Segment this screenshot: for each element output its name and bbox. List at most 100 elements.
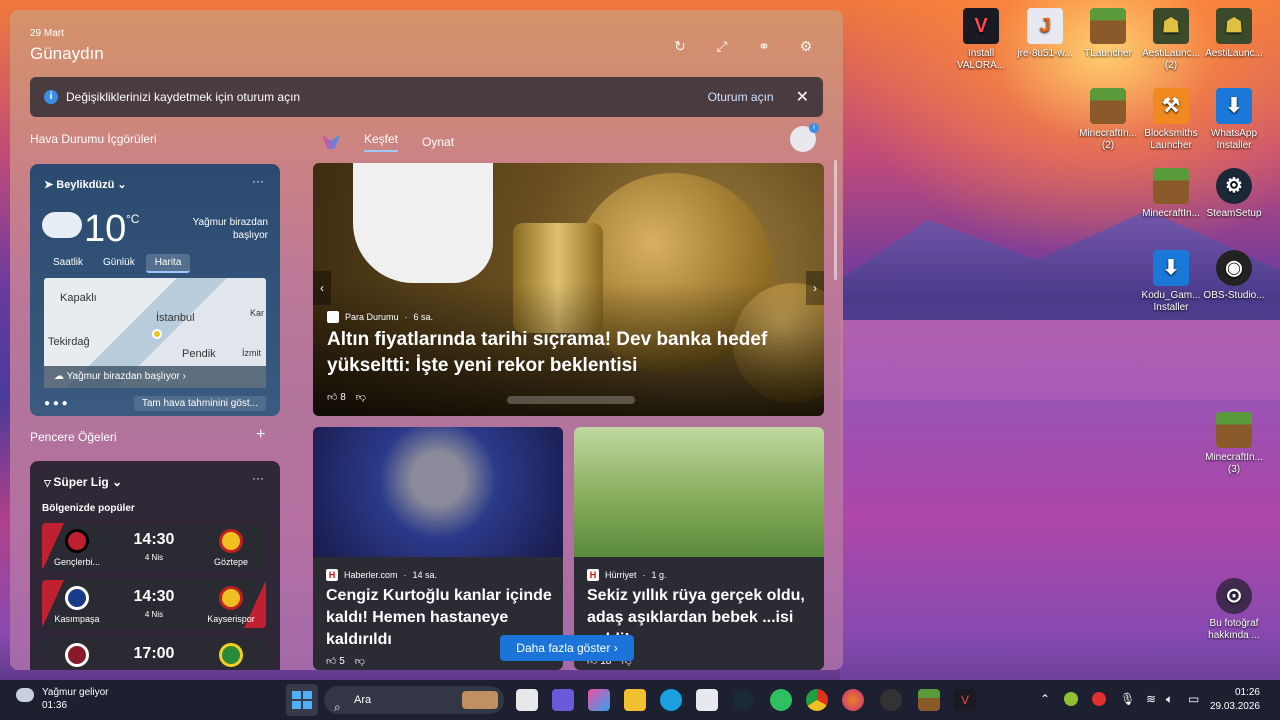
desktop-icon-minecraft-installer-2[interactable]: MinecraftIn... (2) <box>1074 88 1142 152</box>
weather-map[interactable]: Kapaklı İstanbul Tekirdağ Pendik İzmit K… <box>44 278 266 388</box>
carousel-dots[interactable]: ● ● ● <box>44 398 68 409</box>
chevron-up-icon[interactable]: ⌃ <box>1040 692 1050 706</box>
article-source[interactable]: Para Durumu · 6 sa. <box>327 311 433 323</box>
tray-app-icon[interactable] <box>1064 692 1078 706</box>
desktop-icon-aestilauncher-2[interactable]: ☗ AestiLaunc... (2) <box>1137 8 1205 72</box>
signin-banner: i Değişikliklerinizi kaydetmek için otur… <box>30 77 823 117</box>
feed-logo-icon <box>322 135 340 149</box>
search-highlight-image <box>462 691 498 709</box>
desktop-icon-aestilauncher[interactable]: ☗ AestiLaunc... <box>1200 8 1268 60</box>
carousel-indicator[interactable] <box>507 396 635 404</box>
firefox-icon[interactable] <box>842 689 864 711</box>
gear-icon[interactable]: ⚙ <box>797 38 815 56</box>
chevron-down-icon: ⌄ <box>108 475 123 489</box>
speaker-icon[interactable]: 🔈︎ <box>1166 692 1173 707</box>
taskbar-clock[interactable]: 01:26 29.03.2026 <box>1210 686 1260 714</box>
desktop-icon-blocksmiths[interactable]: ⚒ Blocksmiths Launcher <box>1137 88 1205 152</box>
tab-hourly[interactable]: Saatlik <box>44 254 92 273</box>
dislike-button[interactable]: 👎︎ <box>355 655 365 667</box>
desktop-icon-kodu-installer[interactable]: ⬇ Kodu_Gam... Installer <box>1137 250 1205 314</box>
dislike-button[interactable]: 👎︎ <box>356 391 366 403</box>
team-badge-icon <box>219 643 243 667</box>
weather-insights-title[interactable]: Hava Durumu İçgörüleri <box>30 132 157 146</box>
article-source[interactable]: H Haberler.com · 14 sa. <box>326 569 437 581</box>
weather-card[interactable]: ➤ Beylikdüzü ⌄ ··· 10 °C Yağmur birazdan… <box>30 164 280 416</box>
scrollbar[interactable] <box>834 160 837 280</box>
steam-icon[interactable] <box>732 689 754 711</box>
more-options-icon[interactable]: ··· <box>252 174 264 188</box>
desktop-icon-whatsapp-installer[interactable]: ⬇ WhatsApp Installer <box>1200 88 1268 152</box>
carousel-prev-button[interactable]: ‹ <box>313 271 331 305</box>
source-logo-icon: H <box>326 569 338 581</box>
refresh-icon[interactable]: ↻ <box>671 38 689 56</box>
map-label: Tekirdağ <box>48 336 90 348</box>
tab-discover[interactable]: Keşfet <box>364 132 399 152</box>
desktop-icon-about-photo[interactable]: ⊙ Bu fotoğraf hakkında ... <box>1200 578 1268 642</box>
minecraft-icon[interactable] <box>918 689 940 711</box>
desktop-icon-steamsetup[interactable]: ⚙ SteamSetup <box>1200 168 1268 220</box>
edge-icon[interactable] <box>660 689 682 711</box>
task-view-icon[interactable] <box>516 689 538 711</box>
desktop-icon-valorant[interactable]: V Install VALORA... <box>947 8 1015 72</box>
weather-location[interactable]: ➤ Beylikdüzü ⌄ <box>44 178 127 191</box>
match-time: 14:30 <box>133 588 175 605</box>
hero-article[interactable]: ‹ › Para Durumu · 6 sa. Altın fiyatlarında… <box>313 163 824 416</box>
tray-app-icon[interactable] <box>1092 692 1106 706</box>
match-date: 4 Nis <box>144 610 164 619</box>
match-row[interactable]: 17:00 <box>42 637 266 669</box>
weather-condition[interactable]: Yağmur birazdan başlıyor <box>158 216 268 242</box>
full-forecast-link[interactable]: Tam hava tahminini göst... <box>133 396 266 411</box>
file-explorer-icon[interactable] <box>624 689 646 711</box>
battery-icon[interactable]: ▭ <box>1188 692 1199 706</box>
valorant-icon[interactable]: V <box>954 689 976 711</box>
news-card[interactable]: H Haberler.com · 14 sa. Cengiz Kurtoğlu ka… <box>313 427 563 670</box>
store-icon[interactable] <box>696 689 718 711</box>
team-badge-icon <box>65 643 89 667</box>
copilot-icon[interactable] <box>588 689 610 711</box>
tab-map[interactable]: Harita <box>145 254 191 273</box>
desktop-icon-obs-studio[interactable]: ◉ OBS-Studio... <box>1200 250 1268 302</box>
desktop-icon-tlauncher[interactable]: TLauncher <box>1074 8 1142 60</box>
chevron-down-icon: ⌄ <box>114 179 127 191</box>
match-time: 14:30 <box>133 531 175 548</box>
news-card[interactable]: H Hürriyet · 1 g. Sekiz yıllık rüya gerçek… <box>574 427 824 670</box>
carousel-next-button[interactable]: › <box>806 271 824 305</box>
avatar[interactable]: i <box>790 123 819 152</box>
chrome-icon[interactable] <box>806 689 828 711</box>
sports-league[interactable]: ▽ Süper Lig ⌄ <box>44 475 122 489</box>
like-button[interactable]: 👍︎ 8 <box>327 391 346 403</box>
start-button[interactable] <box>286 684 318 716</box>
more-options-icon[interactable]: ··· <box>252 471 264 485</box>
away-team: Kayserispor <box>207 614 255 624</box>
map-rain-bar[interactable]: ☁ Yağmur birazdan başlıyor › <box>44 366 266 388</box>
taskbar-weather[interactable]: Yağmur geliyor 01:36 <box>16 686 109 712</box>
share-icon[interactable]: ⚭ <box>755 38 773 56</box>
show-more-button[interactable]: Daha fazla göster › <box>500 635 634 661</box>
like-button[interactable]: 👍︎ 5 <box>326 655 345 667</box>
close-icon[interactable]: ✕ <box>796 87 809 107</box>
microphone-icon[interactable]: 🎙︎ <box>1120 692 1135 706</box>
desktop-icon-minecraft-installer[interactable]: MinecraftIn... <box>1137 168 1205 220</box>
desktop-icon-jre[interactable]: Jjre-8u51-w... <box>1011 8 1079 60</box>
match-row[interactable]: Kasımpaşa 14:30 4 Nis Kayserispor <box>42 580 266 628</box>
article-source[interactable]: H Hürriyet · 1 g. <box>587 569 667 581</box>
source-logo-icon <box>327 311 339 323</box>
signin-button[interactable]: Oturum açın <box>708 90 774 104</box>
map-label: Kapaklı <box>60 292 97 304</box>
app-icon[interactable] <box>770 689 792 711</box>
camera-icon: ⊙ <box>1216 578 1252 614</box>
teams-icon[interactable] <box>552 689 574 711</box>
match-row[interactable]: Gençlerbi... 14:30 4 Nis Göztepe <box>42 523 266 571</box>
header-actions: ↻ ⤢ ⚭ ⚙ <box>671 38 815 56</box>
expand-icon[interactable]: ⤢ <box>713 38 731 56</box>
team-badge-icon <box>65 586 89 610</box>
sports-card[interactable]: ▽ Süper Lig ⌄ ··· Bölgenizde popüler Gen… <box>30 461 280 670</box>
tab-play[interactable]: Oynat <box>422 135 454 149</box>
taskbar-search[interactable]: ⌕ Ara <box>324 686 504 714</box>
desktop-icon-minecraft-installer-3[interactable]: MinecraftIn... (3) <box>1200 412 1268 476</box>
obs-icon[interactable] <box>880 689 902 711</box>
add-widget-icon[interactable]: + <box>256 426 265 444</box>
hero-title[interactable]: Altın fiyatlarında tarihi sıçrama! Dev b… <box>327 327 797 379</box>
tab-daily[interactable]: Günlük <box>94 254 144 273</box>
wifi-icon[interactable]: ≋ <box>1146 692 1156 706</box>
